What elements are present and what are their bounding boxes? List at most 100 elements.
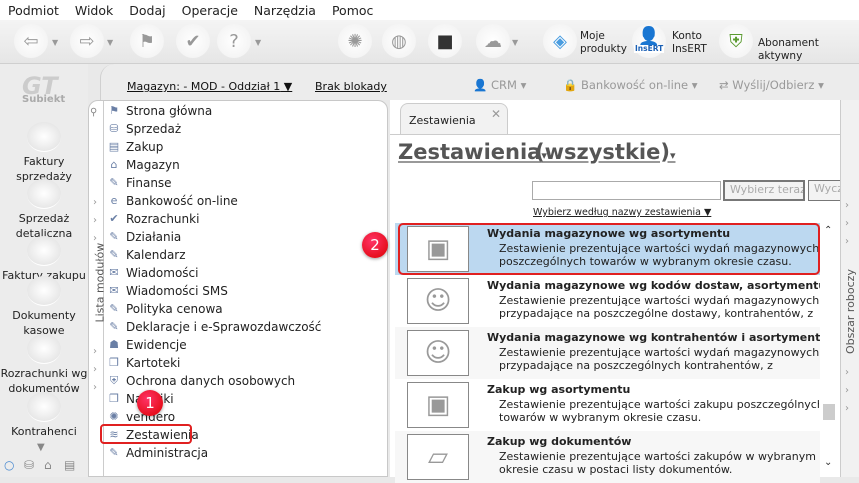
chevron-down-icon[interactable]: ▼ [107, 38, 113, 47]
back-arrow-icon[interactable]: ⇦ [14, 24, 48, 58]
menu-dodaj[interactable]: Dodaj [121, 0, 173, 20]
magazyn-selector[interactable]: Magazyn: - MOD - Oddział 1 ▼ [127, 80, 292, 93]
search-input[interactable] [532, 181, 721, 200]
document-small-icon[interactable]: ▤ [64, 458, 75, 472]
menu-widok[interactable]: Widok [67, 0, 121, 20]
module-icon: ✉ [109, 266, 119, 279]
chevron-right-icon[interactable]: › [845, 403, 849, 414]
module-item[interactable]: ✎ Polityka cenowa [106, 300, 222, 318]
report-row[interactable]: ▣ Zakup wg asortymentu Zestawienie prezent… [395, 379, 820, 431]
konto-insert-button[interactable]: Konto InsERT [672, 30, 707, 56]
module-item[interactable]: ✎ Działania [106, 228, 181, 246]
module-label: Bankowość on-line [126, 194, 238, 208]
close-icon[interactable]: ✕ [491, 107, 501, 121]
report-row[interactable]: ☺ Wydania magazynowe wg kodów dostaw, aso… [395, 275, 820, 327]
shortcut-faktury-sprzedazy[interactable]: Faktury sprzedaży [0, 122, 88, 184]
products-icon[interactable]: ◈ [543, 24, 577, 58]
shield-check-icon[interactable]: ⛨ [719, 24, 753, 58]
module-icon: ⌂ [110, 158, 118, 171]
module-label: Kalendarz [126, 248, 186, 262]
module-item[interactable]: ❐ Kartoteki [106, 354, 180, 372]
scroll-up-icon[interactable]: ⌃ [824, 225, 832, 236]
scroll-down-icon[interactable]: ⌄ [824, 457, 832, 468]
menu-bar: Podmiot Widok Dodaj Operacje Narzędzia P… [0, 0, 859, 20]
menu-operacje[interactable]: Operacje [174, 0, 246, 20]
menu-pomoc[interactable]: Pomoc [324, 0, 381, 20]
moje-produkty-button[interactable]: Moje produkty [580, 30, 627, 56]
contractor-icon [27, 392, 61, 422]
loading-icon[interactable]: ✺ [338, 24, 372, 58]
chevron-right-icon[interactable]: › [845, 200, 849, 211]
chevron-down-icon[interactable]: ▼ [52, 38, 58, 47]
bankowosc-button[interactable]: 🔒 Bankowość on-line ▾ [563, 78, 698, 92]
module-icon: ⛨ [109, 374, 119, 387]
chevron-right-icon[interactable]: › [93, 197, 97, 208]
purchase-invoice-icon [27, 236, 61, 266]
module-item[interactable]: ⚑ Strona główna [106, 102, 212, 120]
module-icon: ✎ [109, 248, 119, 261]
basket-small-icon[interactable]: ⌂ [44, 458, 52, 472]
module-label: Wiadomości SMS [126, 284, 228, 298]
step-badge-2: 2 [362, 232, 388, 258]
scroll-thumb[interactable] [823, 404, 835, 420]
menu-podmiot[interactable]: Podmiot [0, 0, 67, 20]
module-item[interactable]: ✉ Wiadomości [106, 264, 198, 282]
check-play-icon[interactable]: ✔ [176, 24, 210, 58]
chevron-right-icon[interactable]: › [93, 364, 97, 375]
module-item[interactable]: ✎ Finanse [106, 174, 171, 192]
select-now-button[interactable]: Wybierz teraz [723, 180, 805, 201]
module-item[interactable]: ✎ Deklaracje i e-Sprawozdawczość [106, 318, 321, 336]
chevron-right-icon[interactable]: › [93, 346, 97, 357]
module-item[interactable]: ✎ Administracja [106, 444, 208, 462]
chevron-down-icon[interactable]: ▼ [512, 38, 518, 47]
report-row[interactable]: ☺ Wydania magazynowe wg kontrahentów i as… [395, 327, 820, 379]
report-filter-dropdown[interactable]: (wszystkie)▾ [535, 140, 675, 164]
pin-icon[interactable]: ⚲ [90, 107, 97, 118]
chevron-right-icon[interactable]: › [93, 382, 97, 393]
brak-blokady-link[interactable]: Brak blokady [315, 80, 387, 93]
menu-narzedzia[interactable]: Narzędzia [246, 0, 324, 20]
report-description: Zestawienie prezentujące wartości wydań … [499, 346, 819, 372]
chevron-down-icon[interactable]: ▼ [255, 38, 261, 47]
scroll-down-icon[interactable]: ▼ [37, 442, 45, 453]
globe-icon[interactable]: ◍ [382, 24, 416, 58]
module-item[interactable]: ✎ Kalendarz [106, 246, 186, 264]
report-category-dropdown[interactable]: Zestawienia▾ [398, 140, 547, 164]
abonament-status[interactable]: Abonament aktywny [758, 37, 859, 63]
module-item[interactable]: ⛁ Sprzedaż [106, 120, 181, 138]
cloud-database-icon[interactable]: ☁ [476, 24, 510, 58]
shortcut-kontrahenci[interactable]: Kontrahenci [0, 392, 88, 439]
chevron-right-icon[interactable]: › [93, 215, 97, 226]
chevron-right-icon[interactable]: › [845, 236, 849, 247]
chevron-right-icon[interactable]: › [845, 385, 849, 396]
shortcut-rozrachunki[interactable]: Rozrachunki wg dokumentów [0, 334, 88, 396]
forward-arrow-icon[interactable]: ⇨ [70, 24, 104, 58]
module-icon: ✎ [109, 176, 119, 189]
module-item[interactable]: ✉ Wiadomości SMS [106, 282, 228, 300]
circle-icon[interactable]: ○ [4, 458, 14, 472]
wyslij-odbierz-button[interactable]: ⇄ Wyślij/Odbierz ▾ [719, 78, 824, 92]
module-label: Strona główna [126, 104, 213, 118]
report-title: Zakup wg dokumentów [487, 435, 632, 448]
cube-icon[interactable]: ■ [428, 24, 462, 58]
module-item[interactable]: ☗ Ewidencje [106, 336, 187, 354]
chevron-right-icon[interactable]: › [845, 367, 849, 378]
module-item[interactable]: e Bankowość on-line [106, 192, 238, 210]
highlight-zestawienia [100, 424, 192, 444]
module-item[interactable]: ✔ Rozrachunki [106, 210, 199, 228]
flag-icon[interactable]: ⚑ [130, 24, 164, 58]
shortcut-dokumenty-kasowe[interactable]: Dokumenty kasowe [0, 276, 88, 338]
tab-zestawienia[interactable]: Zestawienia ✕ [400, 103, 508, 135]
chevron-right-icon[interactable]: › [845, 218, 849, 229]
shortcut-sidebar: GT Subiekt Faktury sprzedaży Sprzedaż de… [0, 64, 88, 477]
crm-button[interactable]: 👤 CRM ▾ [473, 78, 526, 92]
scrollbar[interactable]: ⌃ ⌄ [822, 223, 836, 477]
help-icon[interactable]: ? [217, 24, 251, 58]
module-item[interactable]: ⌂ Magazyn [106, 156, 180, 174]
search-by-dropdown[interactable]: Wybierz według nazwy zestawienia ▼ [533, 207, 711, 218]
report-row[interactable]: ▱ Zakup wg dokumentów Zestawienie prezentu… [395, 431, 820, 483]
shortcut-sprzedaz-detaliczna[interactable]: Sprzedaż detaliczna [0, 179, 88, 241]
coins-icon[interactable]: ⛁ [24, 458, 34, 472]
module-item[interactable]: ⛨ Ochrona danych osobowych [106, 372, 295, 390]
module-item[interactable]: ▤ Zakup [106, 138, 164, 156]
